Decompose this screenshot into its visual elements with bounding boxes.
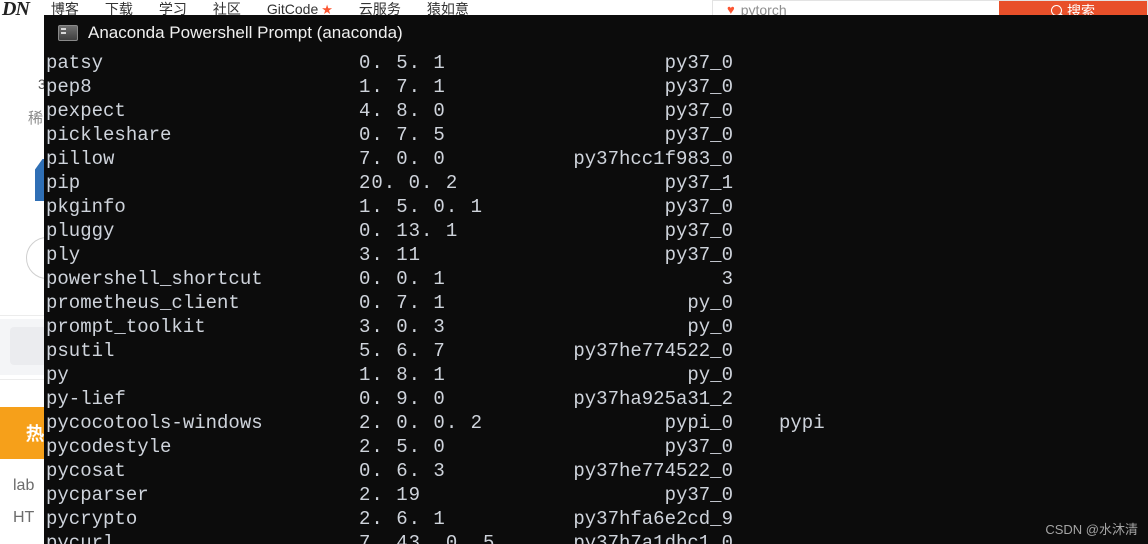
package-build: py_0 xyxy=(687,292,733,314)
terminal-title: Anaconda Powershell Prompt (anaconda) xyxy=(88,23,403,42)
recommend-card[interactable] xyxy=(0,319,50,375)
table-row: pillow 7. 0. 0 py37hcc1f983_0 xyxy=(44,147,1148,171)
package-build: 3 xyxy=(721,268,733,290)
package-build: py37hfa6e2cd_9 xyxy=(573,508,733,530)
package-name: pycrypto xyxy=(46,508,138,530)
table-row: pluggy 0. 13. 1 py37_0 xyxy=(44,219,1148,243)
package-name: powershell_shortcut xyxy=(46,268,263,290)
package-build: pypi_0 xyxy=(664,412,733,434)
terminal-window[interactable]: Anaconda Powershell Prompt (anaconda) pa… xyxy=(44,15,1148,544)
table-row: psutil 5. 6. 7 py37he774522_0 xyxy=(44,339,1148,363)
package-build: py37_0 xyxy=(664,76,733,98)
table-row: ply 3. 11 py37_0 xyxy=(44,243,1148,267)
package-build: py37he774522_0 xyxy=(573,340,733,362)
package-build: py37h7a1dbc1_0 xyxy=(573,532,733,544)
package-name: py-lief xyxy=(46,388,126,410)
table-row: pycocotools-windows 2. 0. 0. 2 pypi_0 pypi xyxy=(44,411,1148,435)
table-row: prometheus_client 0. 7. 1 py_0 xyxy=(44,291,1148,315)
package-build: py37hcc1f983_0 xyxy=(573,148,733,170)
package-name: pycocotools-windows xyxy=(46,412,263,434)
divider xyxy=(0,315,47,316)
package-name: pycurl xyxy=(46,532,115,544)
table-row: pexpect 4. 8. 0 py37_0 xyxy=(44,99,1148,123)
screenshot-root: DN 博客 下载 学习 社区 GitCode ★ 云服务 猿如意 ♥ pytorc… xyxy=(0,0,1148,544)
package-build: py37_1 xyxy=(664,172,733,194)
hot-badge: 热 xyxy=(0,407,46,459)
package-name: pexpect xyxy=(46,100,126,122)
package-build: py37_0 xyxy=(664,196,733,218)
package-name: prometheus_client xyxy=(46,292,240,314)
list-item[interactable]: lab xyxy=(13,477,34,495)
package-name: pycodestyle xyxy=(46,436,172,458)
package-name: pip xyxy=(46,172,81,194)
package-name: pep8 xyxy=(46,76,92,98)
package-build: py37_0 xyxy=(664,436,733,458)
package-build: py37_0 xyxy=(664,52,733,74)
package-build: py37_0 xyxy=(664,220,733,242)
package-name: pycparser xyxy=(46,484,149,506)
table-row: prompt_toolkit 3. 0. 3 py_0 xyxy=(44,315,1148,339)
package-name: pluggy xyxy=(46,220,115,242)
left-text-snippet: 稀 xyxy=(28,110,44,127)
package-name: psutil xyxy=(46,340,115,362)
package-name: ply xyxy=(46,244,81,266)
page-left-column: 3 稀 热 lab HT xyxy=(0,19,68,544)
table-row: py-lief 0. 9. 0 py37ha925a31_2 xyxy=(44,387,1148,411)
site-logo[interactable]: DN xyxy=(2,0,30,19)
package-build: py37_0 xyxy=(664,124,733,146)
package-name: pickleshare xyxy=(46,124,172,146)
package-build: py37ha925a31_2 xyxy=(573,388,733,410)
table-row: pickleshare 0. 7. 5 py37_0 xyxy=(44,123,1148,147)
divider xyxy=(0,379,47,380)
terminal-output[interactable]: patsy 0. 5. 1 py37_0 pep8 1. 7. 1 py37_0 pexpe… xyxy=(44,51,1148,544)
table-row: powershell_shortcut 0. 0. 13 xyxy=(44,267,1148,291)
package-build: py37_0 xyxy=(664,244,733,266)
console-icon xyxy=(58,25,78,41)
package-name: py xyxy=(46,364,69,386)
package-channel: pypi xyxy=(779,412,825,434)
package-name: pillow xyxy=(46,148,115,170)
package-build: py_0 xyxy=(687,364,733,386)
package-build: py_0 xyxy=(687,316,733,338)
package-list: patsy 0. 5. 1 py37_0 pep8 1. 7. 1 py37_0 pexpe… xyxy=(44,51,1148,544)
table-row: patsy 0. 5. 1 py37_0 xyxy=(44,51,1148,75)
table-row: pycosat 0. 6. 3 py37he774522_0 xyxy=(44,459,1148,483)
package-name: pycosat xyxy=(46,460,126,482)
package-name: prompt_toolkit xyxy=(46,316,206,338)
package-name: patsy xyxy=(46,52,104,74)
table-row: py 1. 8. 1 py_0 xyxy=(44,363,1148,387)
table-row: pycparser 2. 19 py37_0 xyxy=(44,483,1148,507)
terminal-titlebar[interactable]: Anaconda Powershell Prompt (anaconda) xyxy=(44,15,1148,51)
table-row: pycurl 7. 43. 0. 5 py37h7a1dbc1_0 xyxy=(44,531,1148,544)
table-row: pkginfo 1. 5. 0. 1 py37_0 xyxy=(44,195,1148,219)
table-row: pycodestyle 2. 5. 0 py37_0 xyxy=(44,435,1148,459)
package-build: py37_0 xyxy=(664,100,733,122)
table-row: pip 20. 0. 2 py37_1 xyxy=(44,171,1148,195)
table-row: pycrypto 2. 6. 1 py37hfa6e2cd_9 xyxy=(44,507,1148,531)
package-build: py37he774522_0 xyxy=(573,460,733,482)
table-row: pep8 1. 7. 1 py37_0 xyxy=(44,75,1148,99)
watermark: CSDN @水沐清 xyxy=(1045,522,1138,537)
list-item[interactable]: HT xyxy=(13,509,34,527)
package-name: pkginfo xyxy=(46,196,126,218)
package-build: py37_0 xyxy=(664,484,733,506)
